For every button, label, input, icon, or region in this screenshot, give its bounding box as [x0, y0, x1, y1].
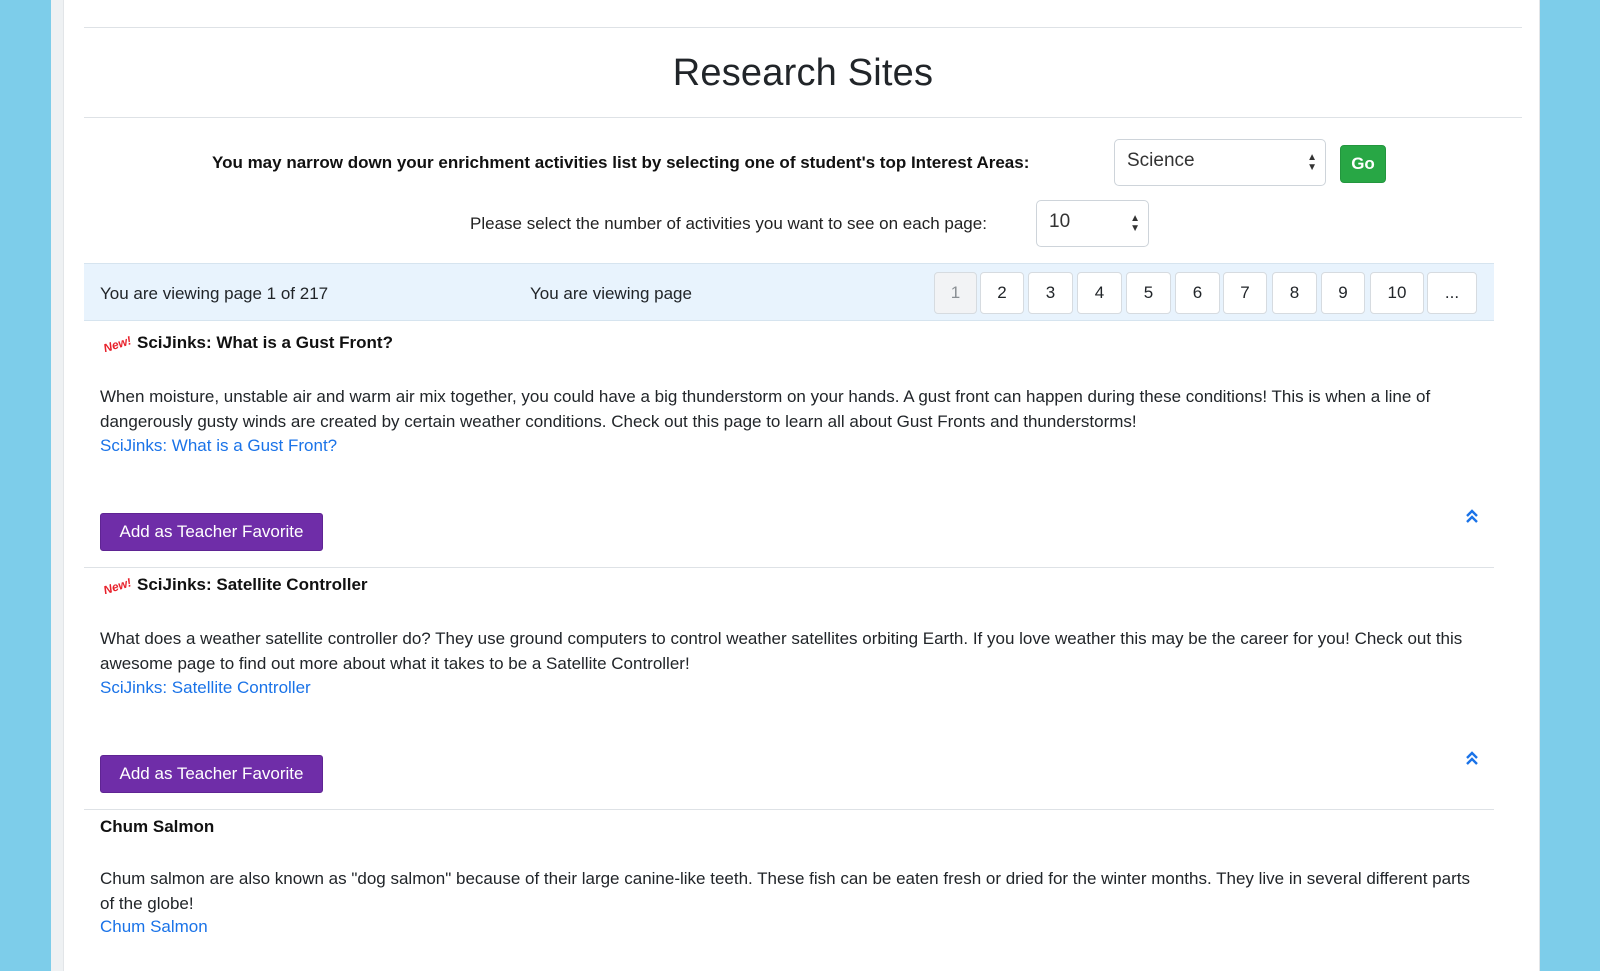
activity-item: New! SciJinks: What is a Gust Front? Whe… — [84, 326, 1494, 568]
activity-link[interactable]: Chum Salmon — [100, 917, 208, 937]
pagination-bar: You are viewing page 1 of 217 You are vi… — [84, 263, 1494, 321]
add-teacher-favorite-button[interactable]: Add as Teacher Favorite — [100, 755, 323, 793]
activity-link[interactable]: SciJinks: What is a Gust Front? — [100, 436, 337, 456]
activity-item: Chum Salmon Chum salmon are also known a… — [84, 810, 1494, 971]
collapse-chevron-up-icon[interactable] — [1464, 508, 1480, 526]
activity-title: SciJinks: What is a Gust Front? — [137, 333, 393, 352]
per-page-row: Please select the number of activities y… — [84, 200, 1522, 248]
pagination-status-secondary: You are viewing page — [530, 284, 692, 303]
page-link-3[interactable]: 3 — [1028, 272, 1073, 314]
page-link-2[interactable]: 2 — [980, 272, 1024, 314]
interest-area-select[interactable]: Science ▲ ▼ — [1114, 139, 1326, 186]
content-panel: Research Sites You may narrow down your … — [63, 0, 1540, 971]
page-background-right — [1540, 0, 1600, 971]
pagination-status: You are viewing page 1 of 217 — [100, 284, 329, 303]
activity-description: What does a weather satellite controller… — [100, 629, 1463, 673]
add-teacher-favorite-button[interactable]: Add as Teacher Favorite — [100, 513, 323, 551]
activity-item: New! SciJinks: Satellite Controller What… — [84, 568, 1494, 810]
activity-title: SciJinks: Satellite Controller — [137, 575, 368, 594]
go-button[interactable]: Go — [1340, 145, 1386, 183]
per-page-select[interactable]: 10 ▲ ▼ — [1036, 200, 1149, 247]
new-badge-icon: New! — [102, 333, 134, 352]
page-link-7[interactable]: 7 — [1223, 272, 1267, 314]
page-title: Research Sites — [672, 52, 934, 94]
svg-text:New!: New! — [102, 575, 134, 594]
activity-title: Chum Salmon — [100, 817, 215, 836]
interest-area-value: Science — [1127, 150, 1195, 171]
page-link-4[interactable]: 4 — [1077, 272, 1122, 314]
page-background-left — [0, 0, 63, 971]
page-link-1[interactable]: 1 — [934, 272, 977, 314]
page-link-9[interactable]: 9 — [1321, 272, 1365, 314]
interest-filter-label: You may narrow down your enrichment acti… — [212, 153, 1030, 172]
page-link-8[interactable]: 8 — [1272, 272, 1317, 314]
activity-link[interactable]: SciJinks: Satellite Controller — [100, 678, 311, 698]
svg-text:New!: New! — [102, 333, 134, 352]
per-page-label: Please select the number of activities y… — [470, 214, 987, 233]
select-arrows-icon: ▲ ▼ — [1130, 212, 1140, 234]
new-badge-icon: New! — [102, 575, 134, 594]
collapse-chevron-up-icon[interactable] — [1464, 750, 1480, 768]
page-link-10[interactable]: 10 — [1370, 272, 1424, 314]
activity-description: When moisture, unstable air and warm air… — [100, 387, 1431, 431]
page-link-5[interactable]: 5 — [1126, 272, 1171, 314]
interest-filter-row: You may narrow down your enrichment acti… — [84, 139, 1522, 187]
page-link-more[interactable]: ... — [1427, 272, 1477, 314]
page-link-6[interactable]: 6 — [1175, 272, 1220, 314]
per-page-value: 10 — [1049, 211, 1071, 232]
divider — [84, 117, 1522, 118]
select-arrows-icon: ▲ ▼ — [1307, 151, 1317, 173]
activity-description: Chum salmon are also known as "dog salmo… — [100, 869, 1470, 913]
divider — [84, 27, 1522, 28]
